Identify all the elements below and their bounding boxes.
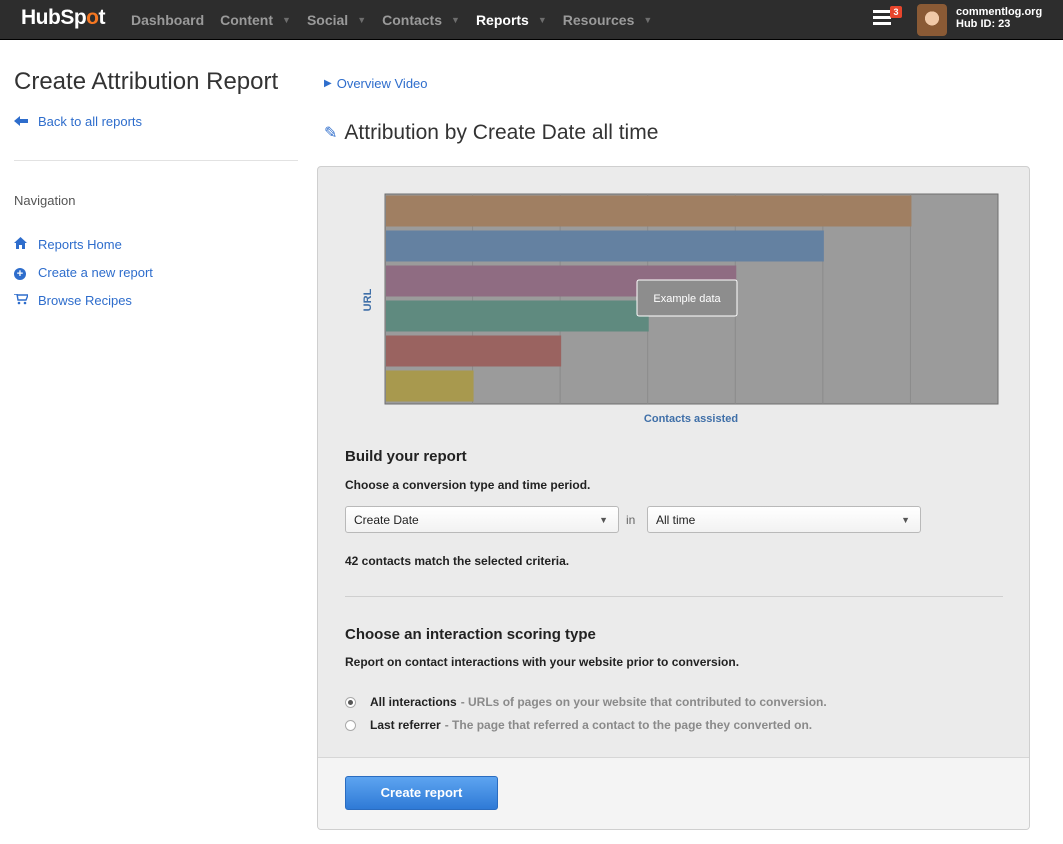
back-to-reports-link[interactable]: Back to all reports bbox=[14, 114, 142, 129]
nav-item-label: Resources bbox=[562, 12, 635, 28]
chart-bar bbox=[386, 335, 562, 367]
sidebar-item-reports-home[interactable]: Reports Home bbox=[14, 230, 153, 258]
match-count-text: 42 contacts match the selected criteria. bbox=[345, 554, 570, 568]
scoring-subheading: Report on contact interactions with your… bbox=[345, 655, 740, 669]
example-data-label: Example data bbox=[653, 293, 721, 305]
top-navigation-bar: HubSpot Dashboard Content ▼ Social ▼ Conta… bbox=[0, 0, 1063, 40]
home-icon bbox=[14, 236, 38, 252]
conversion-type-value: Create Date bbox=[354, 513, 419, 527]
radio-option-label: Last referrer bbox=[370, 718, 441, 732]
nav-item-reports[interactable]: Reports ▼ bbox=[476, 12, 547, 28]
in-label: in bbox=[626, 513, 636, 527]
sidebar-item-label: Reports Home bbox=[38, 236, 122, 252]
radio-option-description: - URLs of pages on your website that con… bbox=[460, 695, 827, 709]
chart-bar bbox=[386, 195, 912, 227]
nav-item-social[interactable]: Social ▼ bbox=[307, 12, 366, 28]
radio-option-label: All interactions bbox=[370, 695, 457, 709]
nav-item-content[interactable]: Content ▼ bbox=[220, 12, 291, 28]
radio-option-last-referrer[interactable]: Last referrer - The page that referred a… bbox=[345, 718, 812, 732]
nav-item-resources[interactable]: Resources ▼ bbox=[563, 12, 653, 28]
nav-item-label: Social bbox=[306, 12, 349, 28]
chevron-down-icon: ▼ bbox=[643, 15, 653, 25]
time-period-select[interactable]: All time ▼ bbox=[647, 506, 921, 533]
chevron-down-icon: ▼ bbox=[599, 515, 608, 525]
x-axis-label: Contacts assisted bbox=[644, 413, 738, 425]
hub-id: Hub ID: 23 bbox=[956, 18, 1011, 30]
overview-video-label: Overview Video bbox=[336, 76, 428, 91]
back-arrow-icon bbox=[14, 114, 30, 129]
conversion-type-select[interactable]: Create Date ▼ bbox=[345, 506, 619, 533]
sidebar-item-browse-recipes[interactable]: Browse Recipes bbox=[14, 286, 153, 314]
radio-option-all-interactions[interactable]: All interactions - URLs of pages on your… bbox=[345, 695, 827, 709]
radio-option-description: - The page that referred a contact to th… bbox=[444, 718, 813, 732]
nav-item-contacts[interactable]: Contacts ▼ bbox=[382, 12, 460, 28]
time-period-value: All time bbox=[656, 513, 696, 527]
chevron-down-icon: ▼ bbox=[357, 15, 367, 25]
sidebar-item-create-new-report[interactable]: + Create a new report bbox=[14, 258, 153, 286]
divider bbox=[14, 160, 298, 161]
scoring-heading: Choose an interaction scoring type bbox=[345, 626, 596, 643]
avatar[interactable] bbox=[917, 4, 947, 36]
page-title: Create Attribution Report bbox=[14, 68, 279, 95]
build-report-subheading: Choose a conversion type and time period… bbox=[345, 478, 591, 492]
plus-circle-icon: + bbox=[14, 265, 38, 280]
account-info[interactable]: commentlog.org Hub ID: 23 bbox=[956, 6, 1042, 30]
radio-button[interactable] bbox=[345, 719, 356, 731]
chevron-down-icon: ▼ bbox=[537, 15, 547, 25]
navigation-heading: Navigation bbox=[14, 193, 76, 208]
back-link-label: Back to all reports bbox=[38, 114, 143, 129]
chart-bar bbox=[386, 370, 474, 402]
panel-footer: Create report bbox=[318, 757, 1029, 829]
nav-item-label: Dashboard bbox=[131, 12, 205, 28]
chevron-down-icon: ▼ bbox=[282, 15, 291, 25]
radio-button-selected[interactable] bbox=[345, 696, 356, 708]
chevron-down-icon: ▼ bbox=[901, 515, 910, 525]
build-report-heading: Build your report bbox=[345, 448, 467, 465]
report-title[interactable]: ✎ Attribution by Create Date all time bbox=[324, 121, 658, 145]
nav-item-label: Content bbox=[220, 12, 274, 28]
notification-badge: 3 bbox=[890, 6, 902, 18]
divider bbox=[345, 596, 1003, 597]
pencil-icon: ✎ bbox=[324, 125, 338, 142]
report-title-text: Attribution by Create Date all time bbox=[344, 121, 659, 144]
sidebar-item-label: Browse Recipes bbox=[38, 292, 132, 308]
hubspot-logo[interactable]: HubSpot bbox=[21, 6, 105, 30]
sidebar-item-label: Create a new report bbox=[38, 264, 153, 280]
nav-item-label: Reports bbox=[475, 12, 529, 28]
nav-item-label: Contacts bbox=[382, 12, 443, 28]
chart-bar bbox=[386, 300, 649, 332]
nav-item-dashboard[interactable]: Dashboard bbox=[131, 12, 204, 28]
account-name: commentlog.org bbox=[956, 6, 1043, 18]
attribution-chart: URL Contacts assisted Example data bbox=[362, 193, 999, 425]
report-builder-panel: URL Contacts assisted Example data Build… bbox=[317, 166, 1030, 830]
play-icon: ▶ bbox=[324, 78, 332, 89]
chevron-down-icon: ▼ bbox=[451, 15, 460, 25]
cart-icon bbox=[14, 292, 38, 308]
chart-bar bbox=[386, 230, 824, 262]
sidebar-nav: Reports Home + Create a new report Brows… bbox=[14, 230, 153, 314]
main-nav: Dashboard Content ▼ Social ▼ Contacts ▼ Rep… bbox=[131, 0, 668, 40]
create-report-button[interactable]: Create report bbox=[345, 776, 498, 810]
overview-video-link[interactable]: ▶ Overview Video bbox=[324, 76, 428, 91]
y-axis-label: URL bbox=[362, 288, 374, 311]
